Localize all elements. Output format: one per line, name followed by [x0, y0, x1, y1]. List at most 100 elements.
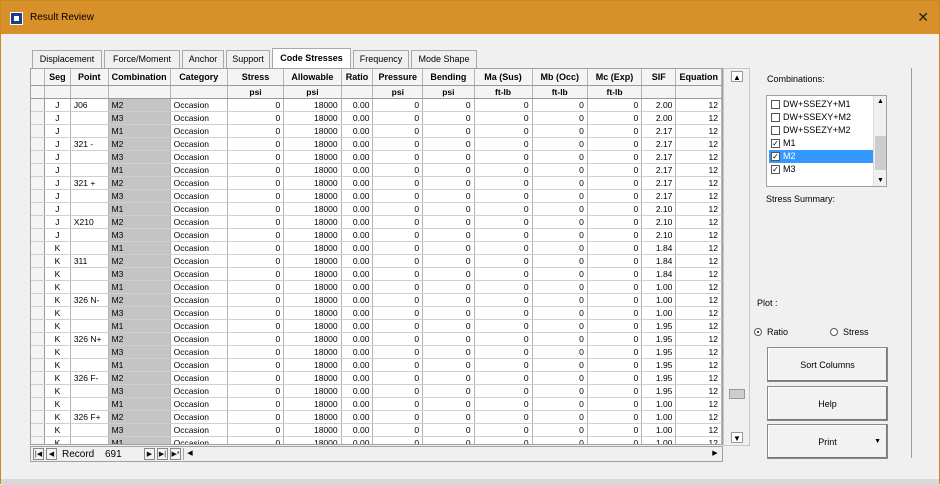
table-cell[interactable]: M3 — [108, 228, 171, 242]
table-cell[interactable]: K — [44, 358, 71, 372]
table-cell[interactable]: 0 — [587, 319, 643, 333]
table-cell[interactable]: 0 — [474, 150, 533, 164]
table-cell[interactable]: 2.00 — [641, 98, 677, 112]
table-cell[interactable]: M2 — [108, 254, 171, 268]
row-selector[interactable] — [31, 280, 45, 294]
table-cell[interactable]: 1.95 — [641, 332, 677, 346]
table-cell[interactable]: 0 — [372, 241, 424, 255]
column-header-mc-exp[interactable]: Mc (Exp) — [587, 69, 643, 86]
table-cell[interactable]: 12 — [675, 189, 722, 203]
table-cell[interactable]: 0 — [532, 267, 588, 281]
table-cell[interactable]: 0 — [422, 228, 475, 242]
table-cell[interactable]: 0 — [227, 410, 285, 424]
grid-horizontal-scrollbar[interactable]: ◀ ▶ — [183, 448, 721, 460]
table-cell[interactable]: 0.00 — [341, 280, 374, 294]
table-cell[interactable]: 0 — [422, 176, 475, 190]
row-selector[interactable] — [31, 345, 45, 359]
scroll-up-icon[interactable]: ▲ — [731, 71, 743, 82]
table-cell[interactable]: 1.84 — [641, 254, 677, 268]
table-cell[interactable]: 0 — [474, 254, 533, 268]
table-row[interactable]: J M1 Occasion 0 18000 0.00 0 0 0 0 0 2.17 12 — [31, 124, 722, 138]
table-cell[interactable]: 18000 — [283, 163, 342, 177]
checkbox-checked-icon[interactable]: ✓ — [771, 165, 780, 174]
table-cell[interactable] — [70, 280, 109, 294]
table-cell[interactable]: 0 — [587, 124, 643, 138]
table-cell[interactable]: 0 — [227, 150, 285, 164]
previous-record-icon[interactable]: ◀ — [46, 448, 57, 460]
table-cell[interactable]: 0 — [587, 176, 643, 190]
combination-item[interactable]: ✓ M3 — [769, 163, 873, 176]
table-cell[interactable] — [70, 163, 109, 177]
row-selector[interactable] — [31, 423, 45, 437]
combination-item[interactable]: DW+SSEZY+M2 — [769, 124, 873, 137]
table-cell[interactable]: Occasion — [170, 280, 228, 294]
table-cell[interactable]: 0 — [474, 293, 533, 307]
table-cell[interactable]: 0 — [372, 176, 424, 190]
table-cell[interactable]: 0 — [474, 358, 533, 372]
table-cell[interactable]: Occasion — [170, 332, 228, 346]
table-cell[interactable]: M3 — [108, 345, 171, 359]
table-cell[interactable]: 0 — [587, 111, 643, 125]
print-button[interactable]: Print ▼ — [767, 424, 888, 459]
column-header-seg[interactable]: Seg — [44, 69, 71, 86]
table-cell[interactable]: 0 — [422, 345, 475, 359]
table-cell[interactable]: Occasion — [170, 241, 228, 255]
table-row[interactable]: J 321 + M2 Occasion 0 18000 0.00 0 0 0 0 0 2.17 12 — [31, 176, 722, 190]
help-button[interactable]: Help — [767, 386, 888, 421]
table-cell[interactable]: Occasion — [170, 306, 228, 320]
table-cell[interactable]: J — [44, 163, 71, 177]
table-cell[interactable]: 0 — [422, 436, 475, 444]
table-cell[interactable]: 1.00 — [641, 397, 677, 411]
table-cell[interactable]: Occasion — [170, 111, 228, 125]
table-cell[interactable]: 12 — [675, 124, 722, 138]
table-cell[interactable]: 12 — [675, 215, 722, 229]
table-cell[interactable]: 18000 — [283, 345, 342, 359]
table-cell[interactable]: 1.84 — [641, 241, 677, 255]
combination-item[interactable]: ✓ M2 — [769, 150, 873, 163]
table-cell[interactable]: 18000 — [283, 228, 342, 242]
table-cell[interactable]: 0 — [532, 111, 588, 125]
table-cell[interactable]: 0 — [422, 111, 475, 125]
table-cell[interactable]: 0 — [587, 345, 643, 359]
row-selector[interactable] — [31, 176, 45, 190]
table-cell[interactable]: 0 — [227, 111, 285, 125]
table-cell[interactable]: 2.17 — [641, 150, 677, 164]
table-cell[interactable]: 0 — [474, 397, 533, 411]
table-cell[interactable]: Occasion — [170, 150, 228, 164]
table-cell[interactable]: 12 — [675, 319, 722, 333]
table-cell[interactable]: 0 — [532, 215, 588, 229]
table-cell[interactable]: 18000 — [283, 215, 342, 229]
table-cell[interactable]: 0 — [587, 215, 643, 229]
table-cell[interactable]: 0 — [422, 306, 475, 320]
sort-columns-button[interactable]: Sort Columns — [767, 347, 888, 382]
row-selector[interactable] — [31, 202, 45, 216]
table-cell[interactable]: 12 — [675, 150, 722, 164]
table-cell[interactable]: 0 — [227, 98, 285, 112]
row-selector[interactable] — [31, 111, 45, 125]
table-cell[interactable]: 0 — [422, 410, 475, 424]
combinations-scrollbar[interactable]: ▲ ▼ — [873, 96, 886, 186]
table-cell[interactable]: 0 — [587, 423, 643, 437]
table-cell[interactable]: 18000 — [283, 358, 342, 372]
table-cell[interactable]: 0 — [532, 202, 588, 216]
table-cell[interactable]: 12 — [675, 332, 722, 346]
table-cell[interactable]: 0 — [474, 410, 533, 424]
table-cell[interactable]: 12 — [675, 254, 722, 268]
table-cell[interactable]: 0 — [587, 306, 643, 320]
table-cell[interactable]: 2.17 — [641, 137, 677, 151]
table-cell[interactable]: 18000 — [283, 124, 342, 138]
table-cell[interactable]: J — [44, 176, 71, 190]
table-cell[interactable]: 0.00 — [341, 384, 374, 398]
table-cell[interactable]: 12 — [675, 280, 722, 294]
row-selector[interactable] — [31, 241, 45, 255]
table-row[interactable]: K M3 Occasion 0 18000 0.00 0 0 0 0 0 1.00 12 — [31, 423, 722, 437]
new-record-icon[interactable]: ▶* — [170, 448, 181, 460]
table-cell[interactable]: 0 — [227, 228, 285, 242]
row-selector[interactable] — [31, 436, 45, 444]
table-cell[interactable]: 0 — [372, 358, 424, 372]
table-cell[interactable]: 1.00 — [641, 280, 677, 294]
table-cell[interactable]: M1 — [108, 202, 171, 216]
table-cell[interactable]: Occasion — [170, 371, 228, 385]
table-row[interactable]: K M1 Occasion 0 18000 0.00 0 0 0 0 0 1.95 12 — [31, 319, 722, 333]
table-cell[interactable]: 1.95 — [641, 371, 677, 385]
